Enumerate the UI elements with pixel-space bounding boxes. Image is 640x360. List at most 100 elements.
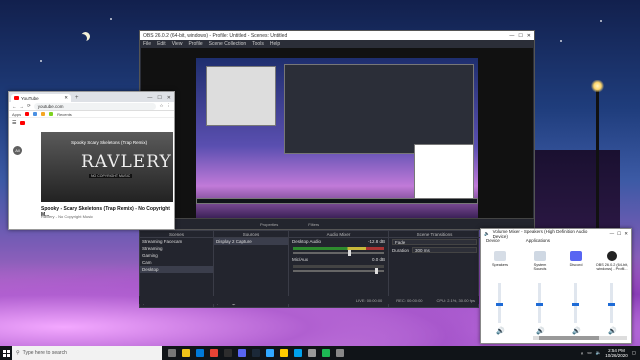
discord-icon[interactable] [238, 349, 246, 357]
volume-slider[interactable] [536, 303, 543, 306]
track-name: Desktop Audio [292, 239, 322, 244]
volume-meter [293, 247, 384, 250]
task-view-icon[interactable] [168, 349, 176, 357]
preview-capture [196, 58, 478, 218]
volume-slider[interactable] [496, 303, 503, 306]
edge-icon[interactable] [196, 349, 204, 357]
bookmark-icon[interactable] [41, 112, 46, 116]
new-tab-icon[interactable]: + [75, 94, 79, 102]
menu-profile[interactable]: Profile [188, 41, 202, 47]
star-icon[interactable]: ☆ [159, 103, 163, 109]
minimize-icon[interactable]: — [509, 33, 514, 39]
scene-item-selected[interactable]: Desktop [140, 266, 213, 273]
video-thumbnail[interactable]: Spooky Scary Skeletons (Trap Remix) RAVL… [41, 132, 173, 202]
obs-window[interactable]: OBS 26.0.2 (64-bit, windows) - Profile: … [139, 30, 535, 230]
volume-mixer-window[interactable]: 🔈 Volume Mixer - Speakers (High Definiti… [480, 228, 632, 344]
channel-name: Discord [569, 263, 583, 267]
chrome-window[interactable]: YouTube ✕ + — ☐ ✕ ← → ⟳ youtube.com ☆ ⋮ … [8, 91, 175, 230]
sticky-notes-icon[interactable] [280, 349, 288, 357]
obs-titlebar[interactable]: OBS 26.0.2 (64-bit, windows) - Profile: … [140, 31, 534, 40]
close-icon[interactable]: ✕ [527, 33, 531, 39]
shield-icon[interactable] [336, 349, 344, 357]
horizontal-scrollbar[interactable] [533, 336, 627, 340]
back-icon[interactable]: ← [12, 104, 17, 109]
mute-icon[interactable]: 🔊 [536, 327, 545, 335]
reload-icon[interactable]: ⟳ [27, 103, 31, 109]
search-box[interactable]: ⚲ Type here to search [12, 346, 162, 360]
channel-name[interactable]: Speakers [487, 263, 513, 267]
chip-all[interactable]: All [13, 146, 22, 155]
notifications-icon[interactable]: ▢ [632, 350, 636, 356]
scene-item[interactable]: Streaming [140, 245, 213, 252]
obs-preview[interactable] [141, 48, 533, 220]
search-placeholder: Type here to search [22, 350, 67, 356]
chrome-icon[interactable] [210, 349, 218, 357]
channel-name: System Sounds [533, 263, 547, 271]
menu-edit[interactable]: Edit [157, 41, 166, 47]
volume-meter [293, 265, 384, 268]
volume-slider[interactable] [293, 250, 384, 256]
photoshop-icon[interactable] [266, 349, 274, 357]
bookmark-icon[interactable] [25, 112, 30, 116]
obs-menubar: File Edit View Profile Scene Collection … [140, 40, 534, 48]
close-tab-icon[interactable]: ✕ [64, 95, 68, 101]
volume-slider[interactable] [608, 303, 615, 306]
menu-file[interactable]: File [143, 41, 151, 47]
volume-mixer-titlebar[interactable]: 🔈 Volume Mixer - Speakers (High Definiti… [481, 229, 631, 239]
app-icon[interactable] [308, 349, 316, 357]
youtube-logo-icon[interactable] [20, 120, 26, 125]
close-icon[interactable]: ✕ [167, 94, 171, 102]
mute-icon[interactable]: 🔊 [608, 327, 617, 335]
sources-title: Sources [214, 231, 288, 238]
menu-view[interactable]: View [172, 41, 183, 47]
chevron-up-icon[interactable]: ˄ [581, 351, 584, 356]
minimize-icon[interactable]: — [610, 231, 615, 236]
file-explorer-icon[interactable] [182, 349, 190, 357]
network-icon[interactable]: ▭ [587, 350, 591, 356]
mute-icon[interactable]: 🔊 [572, 327, 581, 335]
thumbnail-title: Spooky Scary Skeletons (Trap Remix) [71, 140, 148, 145]
tab-youtube[interactable]: YouTube ✕ [11, 94, 71, 102]
hamburger-icon[interactable]: ☰ [12, 120, 16, 126]
thumbnail-logo: RAVLERY [81, 152, 172, 172]
scene-item[interactable]: Streaming Facecam [140, 238, 213, 245]
spotify-icon[interactable] [322, 349, 330, 357]
address-bar[interactable]: youtube.com [33, 102, 157, 110]
video-channel[interactable]: Ravlery - No Copyright Music [41, 214, 93, 219]
volume-slider[interactable] [572, 303, 579, 306]
maximize-icon[interactable]: ☐ [617, 231, 621, 237]
menu-icon[interactable]: ⋮ [167, 103, 172, 109]
menu-tools[interactable]: Tools [252, 41, 264, 47]
maximize-icon[interactable]: ☐ [518, 33, 522, 39]
steam-icon[interactable] [252, 349, 260, 357]
channel-speakers: Speakers 🔊 [487, 249, 513, 335]
maximize-icon[interactable]: ☐ [157, 94, 161, 102]
bookmarks-bar: Apps Recents [9, 111, 174, 118]
source-item[interactable]: Display 2 Capture [214, 238, 288, 245]
settings-icon[interactable] [294, 349, 302, 357]
properties-button[interactable]: Properties [260, 222, 278, 227]
speakers-icon [494, 251, 506, 261]
scene-item[interactable]: Gaming [140, 252, 213, 259]
track-db: -12.8 dB [367, 239, 385, 244]
bookmark-recents[interactable]: Recents [57, 112, 72, 117]
mute-icon[interactable]: 🔊 [496, 327, 505, 335]
menu-scene-collection[interactable]: Scene Collection [209, 41, 247, 47]
start-button[interactable] [0, 346, 12, 360]
clock[interactable]: 2:54 PM 10/26/2020 [605, 348, 628, 358]
volume-slider[interactable] [293, 268, 384, 274]
menu-help[interactable]: Help [270, 41, 280, 47]
speaker-icon: 🔈 [484, 230, 490, 236]
volume-icon[interactable]: 🔈 [596, 350, 602, 356]
filters-button[interactable]: Filters [308, 222, 319, 227]
forward-icon[interactable]: → [20, 104, 25, 109]
bookmark-icon[interactable] [49, 112, 54, 116]
minimize-icon[interactable]: — [147, 94, 152, 102]
scene-item[interactable]: Cam [140, 259, 213, 266]
close-icon[interactable]: ✕ [624, 231, 628, 237]
obs-icon[interactable] [224, 349, 232, 357]
bookmark-icon[interactable] [33, 112, 38, 116]
transition-select[interactable]: Fade [392, 239, 477, 245]
duration-input[interactable]: 300 ms [412, 247, 477, 253]
bookmark-apps[interactable]: Apps [12, 112, 21, 117]
